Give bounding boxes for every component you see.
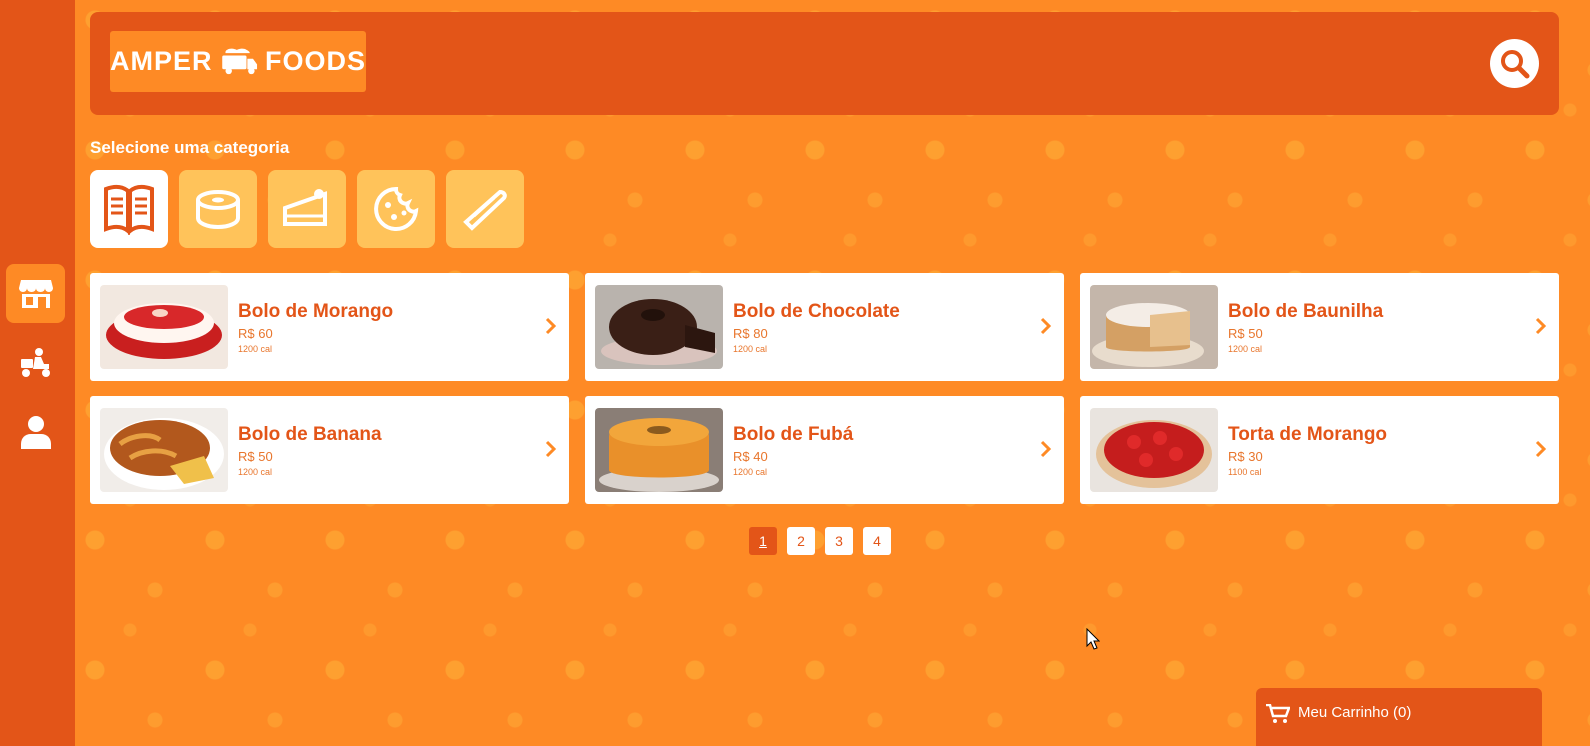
product-image-vanilla-cake — [1090, 285, 1218, 369]
product-card[interactable]: Torta de Morango R$ 30 1100 cal — [1080, 396, 1559, 504]
chevron-right-icon — [545, 440, 557, 458]
chevron-right-icon — [1040, 440, 1052, 458]
category-cookie[interactable] — [357, 170, 435, 248]
page-button-3[interactable]: 3 — [825, 527, 853, 555]
product-calories: 1200 cal — [733, 343, 768, 354]
page-button-2[interactable]: 2 — [787, 527, 815, 555]
product-name: Bolo de Morango — [238, 300, 394, 322]
cart-label: Meu Carrinho (0) — [1298, 704, 1412, 721]
logo[interactable]: AMPER FOODS — [110, 31, 366, 92]
category-list — [90, 170, 524, 248]
menu-book-icon — [104, 184, 154, 235]
product-price: R$ 80 — [733, 325, 768, 341]
product-card[interactable]: Bolo de Banana R$ 50 1200 cal — [90, 396, 569, 504]
donut-cake-icon — [196, 190, 240, 230]
product-card[interactable]: Bolo de Morango R$ 60 1200 cal — [90, 273, 569, 381]
chevron-right-icon — [1040, 317, 1052, 335]
product-name: Torta de Morango — [1228, 423, 1388, 445]
category-cake-slice[interactable] — [268, 170, 346, 248]
product-price: R$ 40 — [733, 448, 768, 464]
cake-slice-icon — [283, 189, 327, 226]
mouse-cursor-icon — [1086, 628, 1100, 650]
sidebar — [0, 0, 75, 746]
product-price: R$ 50 — [1228, 325, 1263, 341]
product-image-strawberry-tart — [1090, 408, 1218, 492]
page-button-4[interactable]: 4 — [863, 527, 891, 555]
store-icon — [18, 279, 53, 308]
product-card[interactable]: Bolo de Fubá R$ 40 1200 cal — [585, 396, 1064, 504]
category-donut-cake[interactable] — [179, 170, 257, 248]
search-button[interactable] — [1490, 39, 1539, 88]
product-price: R$ 50 — [238, 448, 273, 464]
product-image-strawberry-cake — [100, 285, 228, 369]
product-calories: 1200 cal — [238, 343, 273, 354]
product-name: Bolo de Fubá — [733, 423, 854, 445]
chevron-right-icon — [1535, 440, 1547, 458]
product-calories: 1200 cal — [238, 466, 273, 477]
category-title: Selecione uma categoria — [90, 138, 290, 157]
food-truck-icon — [221, 48, 257, 74]
sidebar-item-delivery[interactable] — [6, 333, 65, 392]
product-price: R$ 30 — [1228, 448, 1263, 464]
shopping-cart-icon — [1266, 704, 1290, 723]
category-all[interactable] — [90, 170, 168, 248]
product-card[interactable]: Bolo de Baunilha R$ 50 1200 cal — [1080, 273, 1559, 381]
cart-button[interactable]: Meu Carrinho (0) — [1256, 688, 1542, 746]
product-calories: 1100 cal — [1228, 466, 1262, 477]
user-icon — [20, 415, 51, 449]
product-name: Bolo de Chocolate — [733, 300, 900, 322]
chevron-right-icon — [1535, 317, 1547, 335]
product-calories: 1200 cal — [733, 466, 768, 477]
product-image-chocolate-cake — [595, 285, 723, 369]
product-name: Bolo de Baunilha — [1228, 300, 1384, 322]
pagination: 1 2 3 4 — [749, 527, 891, 555]
search-icon — [1500, 49, 1529, 78]
product-price: R$ 60 — [238, 325, 273, 341]
product-name: Bolo de Banana — [238, 423, 382, 445]
product-image-corn-cake — [595, 408, 723, 492]
sandwich-icon — [463, 189, 507, 231]
product-image-banana-cake — [100, 408, 228, 492]
chevron-right-icon — [545, 317, 557, 335]
page-button-1[interactable]: 1 — [749, 527, 777, 555]
product-card[interactable]: Bolo de Chocolate R$ 80 1200 cal — [585, 273, 1064, 381]
header: AMPER FOODS — [90, 12, 1559, 115]
category-sandwich[interactable] — [446, 170, 524, 248]
sidebar-item-store[interactable] — [6, 264, 65, 323]
delivery-scooter-icon — [20, 347, 50, 377]
cookie-icon — [374, 186, 419, 231]
sidebar-item-profile[interactable] — [6, 402, 65, 461]
logo-text-right: FOODS — [264, 46, 366, 76]
product-calories: 1200 cal — [1228, 343, 1263, 354]
product-grid: Bolo de Morango R$ 60 1200 cal Bolo de C… — [90, 273, 1559, 504]
logo-text-left: AMPER — [110, 46, 213, 76]
